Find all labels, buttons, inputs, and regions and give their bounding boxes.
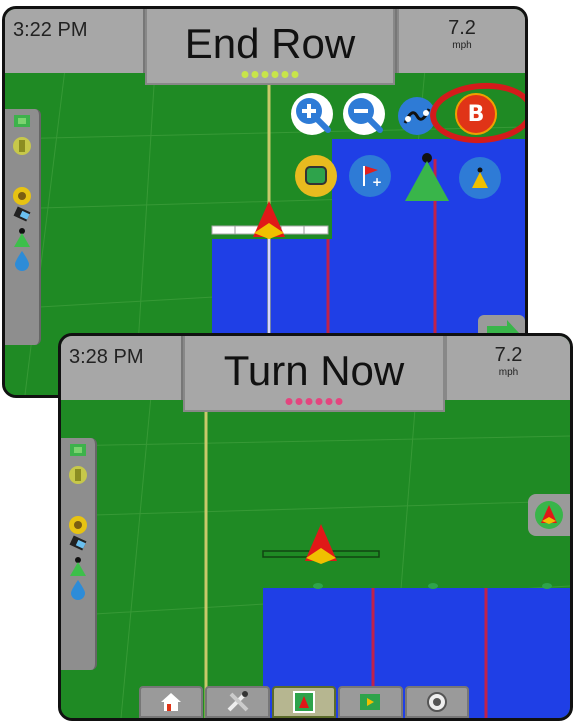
- speed-value: 7.2: [494, 344, 523, 366]
- tools-icon: [227, 691, 249, 712]
- status-dot: [315, 398, 323, 405]
- tools-button[interactable]: [205, 686, 270, 718]
- zoom-in-button[interactable]: [291, 93, 333, 135]
- clock: 3:22 PM: [5, 9, 143, 73]
- gnss-satellite-icon: [69, 516, 87, 534]
- page-title: End Row: [184, 20, 356, 67]
- guidance-status-banner: Turn Now: [183, 336, 445, 412]
- speed-value: 7.2: [448, 17, 476, 39]
- turn-now-screen: 3:28 PM Turn Now 7.2 mph: [58, 333, 573, 721]
- speed-unit: mph: [452, 40, 472, 51]
- perspective-view-icon: [472, 167, 488, 188]
- status-dot: [261, 71, 269, 78]
- clock: 3:28 PM: [61, 336, 181, 400]
- product-flow-icon: [15, 251, 29, 271]
- bottom-nav-bar: [139, 686, 470, 718]
- guidance-view-icon: [293, 691, 316, 713]
- status-dot: [241, 71, 249, 78]
- tilt-sensor-icon: [69, 535, 87, 551]
- map-view-button[interactable]: [338, 686, 403, 718]
- home-icon: [161, 693, 182, 711]
- status-dot: [271, 71, 279, 78]
- tilt-sensor-icon: [13, 206, 31, 222]
- marker-flag-icon: +: [363, 166, 382, 189]
- status-dot: [305, 398, 313, 405]
- marker-button[interactable]: +: [349, 155, 391, 197]
- status-dot: [291, 71, 299, 78]
- clock-time: 3:28 PM: [69, 346, 144, 368]
- guidance-view-button[interactable]: [271, 686, 337, 718]
- left-status-sidebar: [5, 109, 41, 345]
- zoom-out-button[interactable]: [343, 93, 385, 135]
- vehicle-view-icon: [535, 501, 563, 529]
- boundary-button[interactable]: [295, 155, 337, 197]
- settings-button[interactable]: [404, 686, 470, 718]
- top-status-bar: 3:22 PM End Row 7.2 mph: [5, 9, 525, 85]
- svg-text:+: +: [372, 175, 382, 189]
- top-status-bar: 3:28 PM Turn Now 7.2 mph: [61, 336, 570, 412]
- status-dot: [281, 71, 289, 78]
- status-indicator-dots: [241, 71, 299, 78]
- speed-unit: mph: [498, 367, 519, 378]
- section-icon: [69, 466, 87, 484]
- section-icon: [13, 137, 31, 155]
- status-dot: [295, 398, 303, 405]
- zoom-in-icon: [296, 98, 331, 133]
- home-button[interactable]: [139, 686, 204, 718]
- implement-icon: [70, 444, 86, 456]
- status-dot: [251, 71, 259, 78]
- status-dot: [325, 398, 333, 405]
- left-status-sidebar: [61, 438, 97, 670]
- vehicle-view-icon[interactable]: [401, 151, 453, 203]
- perspective-view-button[interactable]: [459, 157, 501, 199]
- settings-icon: [426, 692, 447, 712]
- status-dot: [285, 398, 293, 405]
- guidance-line-icon: [403, 108, 431, 124]
- boundary-icon: [305, 166, 327, 185]
- page-title: Turn Now: [223, 347, 405, 394]
- status-indicator-dots: [285, 398, 343, 405]
- gnss-satellite-icon: [13, 187, 31, 205]
- vehicle-view-button[interactable]: [528, 494, 570, 536]
- implement-icon: [14, 115, 30, 127]
- map-view-icon: [360, 694, 381, 710]
- product-flow-icon: [71, 580, 85, 600]
- vehicle-status-icon: [70, 557, 86, 576]
- clock-time: 3:22 PM: [13, 19, 88, 41]
- speed-readout: 7.2 mph: [397, 9, 525, 73]
- speed-readout: 7.2 mph: [445, 336, 570, 400]
- vehicle-status-icon: [14, 228, 30, 247]
- zoom-out-icon: [348, 98, 383, 133]
- guidance-status-banner: End Row: [145, 9, 395, 85]
- status-dot: [335, 398, 343, 405]
